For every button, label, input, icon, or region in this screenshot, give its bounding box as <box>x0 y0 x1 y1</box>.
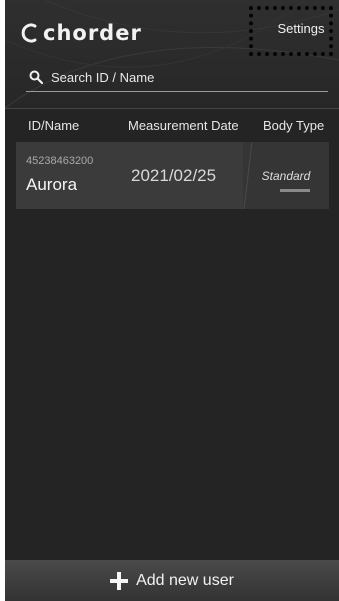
add-new-user-label: Add new user <box>136 571 234 589</box>
plus-icon <box>110 571 129 590</box>
user-name: Aurora <box>26 175 78 194</box>
user-row[interactable]: 45238463200 Aurora 2021/02/25 Standard <box>16 142 329 209</box>
column-header-measurement-date: Measurement Date <box>128 118 239 133</box>
column-header-id-name: ID/Name <box>28 118 80 133</box>
user-body-type: Standard <box>261 169 311 183</box>
add-new-user-button[interactable]: Add new user <box>5 560 339 601</box>
search-icon <box>29 70 43 84</box>
header: chorder Settings <box>5 0 339 109</box>
search-bar[interactable] <box>26 64 328 92</box>
search-input[interactable] <box>51 70 311 85</box>
settings-label: Settings <box>277 20 325 36</box>
logo-mark-icon <box>21 23 37 43</box>
app-logo: chorder <box>19 21 142 45</box>
app-window: chorder Settings ID/Name Measurement Dat… <box>5 0 339 601</box>
user-id: 45238463200 <box>26 155 94 167</box>
column-header-body-type: Body Type <box>263 118 325 133</box>
logo-text: chorder <box>43 21 142 45</box>
user-measurement-date: 2021/02/25 <box>131 166 217 185</box>
column-headers: ID/Name Measurement Date Body Type <box>5 118 339 136</box>
settings-button[interactable]: Settings <box>249 6 333 56</box>
body-type-indicator <box>280 189 310 192</box>
